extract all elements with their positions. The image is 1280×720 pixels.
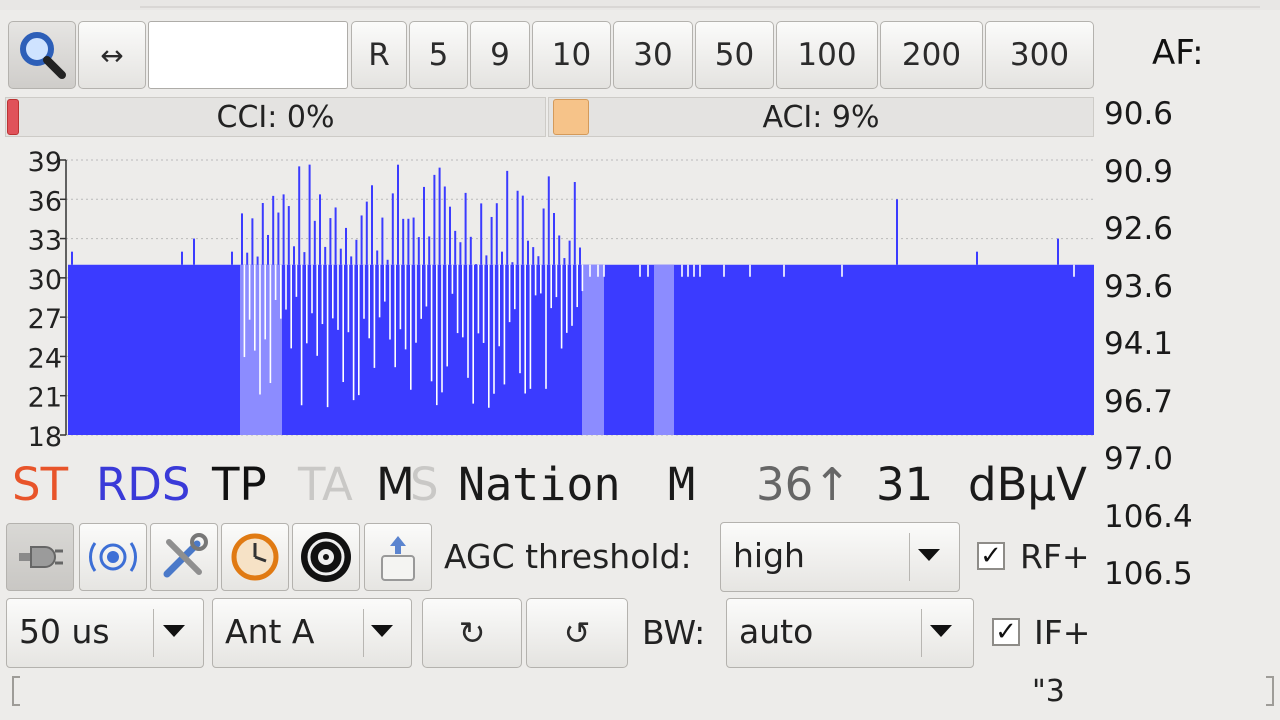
af-frequency[interactable]: 97.0 (1104, 441, 1173, 477)
y-tick-label: 30 (28, 265, 62, 296)
preset-button-300[interactable]: 300 (985, 21, 1094, 89)
y-tick-label: 27 (28, 304, 62, 335)
upload-lock-icon (381, 536, 415, 581)
preset-button-30[interactable]: 30 (613, 21, 693, 89)
rf-plus-checkbox[interactable]: ✓ (977, 542, 1005, 570)
combo-separator (363, 609, 364, 657)
preset-button-r[interactable]: R (351, 21, 407, 89)
combo-separator (153, 609, 154, 657)
right-bracket (1266, 676, 1274, 706)
rotate-cw-button[interactable]: ↻ (422, 598, 522, 668)
music-indicator: M (376, 458, 415, 511)
title-strip (0, 0, 1280, 10)
check-mark-icon: ✓ (980, 541, 1002, 571)
stereo-indicator: ST (12, 458, 69, 511)
chevron-down-icon (918, 549, 940, 561)
y-tick-label: 33 (28, 226, 62, 257)
agc-threshold-select[interactable]: high (720, 522, 960, 592)
antenna-value: Ant A (225, 612, 315, 651)
af-frequency[interactable]: 106.5 (1104, 556, 1193, 592)
deemphasis-select[interactable]: 50 us (6, 598, 204, 668)
af-frequency[interactable]: 92.6 (1104, 211, 1173, 247)
chevron-down-icon (371, 625, 393, 637)
check-mark-icon: ✓ (995, 617, 1017, 647)
preset-button-10[interactable]: 10 (532, 21, 611, 89)
status-line: ST RDS TP TA M S Nation M 36↑ 31 dBµV (12, 458, 1102, 520)
y-tick-label: 21 (28, 383, 62, 414)
y-tick-label: 24 (28, 343, 62, 374)
bandwidth-select[interactable]: auto (726, 598, 974, 668)
rds-indicator: RDS (96, 458, 191, 511)
preset-button-50[interactable]: 50 (695, 21, 774, 89)
y-tick-label: 18 (28, 422, 62, 448)
rds-counter: "3 (1032, 674, 1065, 709)
plug-icon (19, 546, 63, 568)
rds-text-bar (12, 676, 1274, 706)
rotate-ccw-button[interactable]: ↺ (526, 598, 628, 668)
signal-baseline-bar (68, 264, 1094, 435)
if-plus-label: IF+ (1034, 613, 1091, 652)
combo-separator (921, 609, 922, 657)
agc-threshold-label: AGC threshold: (444, 537, 692, 576)
chevron-down-icon (930, 625, 952, 637)
y-tick-label: 36 (28, 186, 62, 217)
antenna-select[interactable]: Ant A (212, 598, 412, 668)
aci-meter: ACI: 9% (548, 97, 1094, 137)
clock-icon (231, 533, 279, 581)
ta-indicator: TA (298, 458, 353, 511)
tp-indicator: TP (212, 458, 267, 511)
tools-icon (163, 533, 208, 578)
record-button[interactable] (292, 523, 360, 591)
rf-plus-label: RF+ (1020, 537, 1090, 576)
chevron-down-icon (163, 625, 185, 637)
ps-name: Nation (458, 458, 621, 511)
preset-button-200[interactable]: 200 (880, 21, 983, 89)
af-frequency[interactable]: 106.4 (1104, 499, 1193, 535)
pty-code: M (668, 458, 696, 511)
bandwidth-value: auto (739, 612, 814, 651)
rds-signal-button[interactable] (79, 523, 147, 591)
deemphasis-value: 50 us (19, 612, 110, 651)
antenna-signal-icon (88, 542, 138, 572)
af-frequency[interactable]: 94.1 (1104, 326, 1173, 362)
vinyl-record-icon (301, 532, 351, 582)
aci-label: ACI: 9% (762, 100, 880, 135)
speech-indicator: S (410, 458, 439, 511)
cci-label: CCI: 0% (216, 100, 335, 135)
magnifier-icon (20, 32, 66, 79)
preset-button-100[interactable]: 100 (776, 21, 878, 89)
preset-button-5[interactable]: 5 (409, 21, 468, 89)
cci-meter: CCI: 0% (5, 97, 546, 137)
combo-separator (909, 533, 910, 581)
if-plus-checkbox[interactable]: ✓ (992, 618, 1020, 646)
agc-threshold-value: high (733, 536, 805, 575)
toolbar: ↔ R 5 9 10 30 50 100 200 300 (8, 21, 1098, 91)
y-tick-label: 39 (28, 148, 62, 178)
settings-button[interactable] (150, 523, 218, 591)
signal-unit: dBµV (968, 458, 1087, 511)
upload-button[interactable] (364, 523, 432, 591)
connect-button[interactable] (6, 523, 74, 591)
af-frequency[interactable]: 90.6 (1104, 96, 1173, 132)
af-frequency[interactable]: 90.9 (1104, 154, 1173, 190)
search-button[interactable] (8, 21, 76, 89)
left-bracket (12, 676, 20, 706)
bandwidth-label: BW: (642, 613, 706, 652)
signal-graph: 39 36 33 30 27 24 21 18 (28, 148, 1094, 448)
peak-level: 36↑ (756, 458, 851, 511)
af-frequency[interactable]: 93.6 (1104, 269, 1173, 305)
signal-level: 31 (876, 458, 934, 511)
swap-arrows-button[interactable]: ↔ (78, 21, 146, 89)
signal-highlight-bar (582, 264, 604, 435)
af-label: AF: (1152, 33, 1204, 73)
frequency-input[interactable] (148, 21, 348, 89)
signal-highlight-bar (654, 264, 674, 435)
schedule-button[interactable] (221, 523, 289, 591)
af-frequency[interactable]: 96.7 (1104, 384, 1173, 420)
preset-button-9[interactable]: 9 (470, 21, 530, 89)
